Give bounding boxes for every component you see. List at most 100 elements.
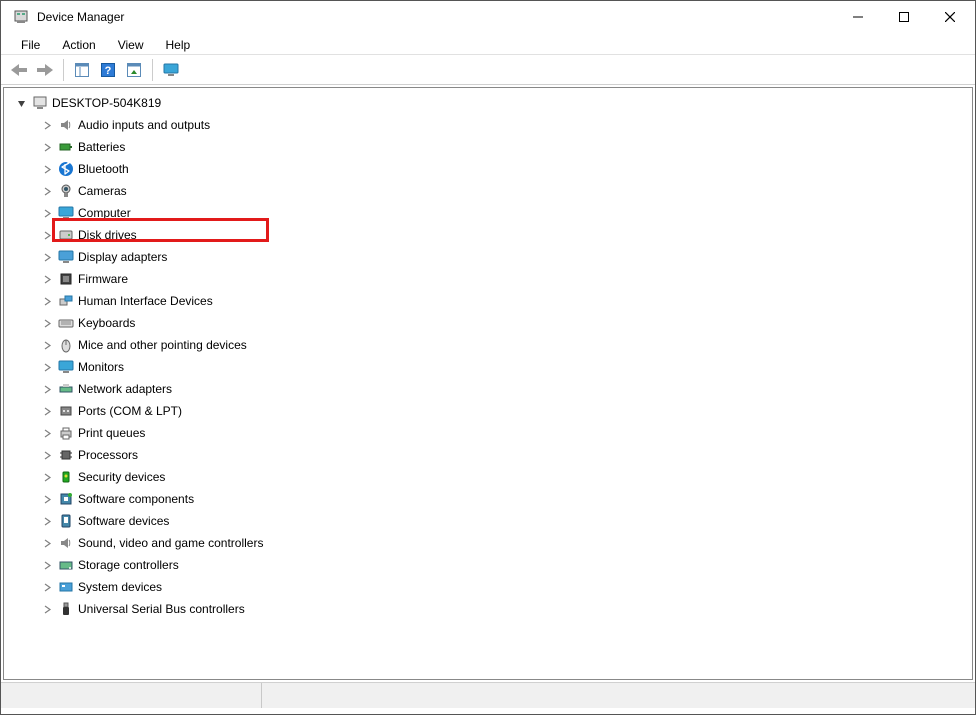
menubar: File Action View Help (1, 33, 975, 55)
security-icon (58, 469, 74, 485)
tree-item[interactable]: Human Interface Devices (14, 290, 972, 312)
chevron-right-icon[interactable] (40, 162, 54, 176)
chevron-right-icon[interactable] (40, 228, 54, 242)
tree-item-label: Human Interface Devices (78, 294, 213, 308)
back-button[interactable] (7, 58, 31, 82)
computer-icon (58, 205, 74, 221)
chevron-right-icon[interactable] (40, 602, 54, 616)
chevron-right-icon[interactable] (40, 536, 54, 550)
tree-item[interactable]: Processors (14, 444, 972, 466)
chevron-right-icon[interactable] (40, 580, 54, 594)
tree-item-label: Software components (78, 492, 194, 506)
tree-item[interactable]: Display adapters (14, 246, 972, 268)
tree-item[interactable]: Security devices (14, 466, 972, 488)
maximize-button[interactable] (881, 2, 927, 32)
usb-icon (58, 601, 74, 617)
tree-item-label: Audio inputs and outputs (78, 118, 210, 132)
tree-item[interactable]: Storage controllers (14, 554, 972, 576)
hid-icon (58, 293, 74, 309)
chevron-right-icon[interactable] (40, 448, 54, 462)
printer-icon (58, 425, 74, 441)
forward-button[interactable] (33, 58, 57, 82)
swdev-icon (58, 513, 74, 529)
tree-item-label: Mice and other pointing devices (78, 338, 247, 352)
tree-view[interactable]: DESKTOP-504K819 Audio inputs and outputs… (3, 87, 973, 680)
tree-item[interactable]: Software devices (14, 510, 972, 532)
tree-item-label: Display adapters (78, 250, 167, 264)
tree-item[interactable]: Sound, video and game controllers (14, 532, 972, 554)
tree-item[interactable]: Cameras (14, 180, 972, 202)
chevron-right-icon[interactable] (40, 514, 54, 528)
tree-item[interactable]: Disk drives (14, 224, 972, 246)
chevron-right-icon[interactable] (40, 118, 54, 132)
tree-item-label: Cameras (78, 184, 127, 198)
close-button[interactable] (927, 2, 973, 32)
tree-item-label: Computer (78, 206, 131, 220)
chevron-right-icon[interactable] (40, 250, 54, 264)
chevron-right-icon[interactable] (40, 316, 54, 330)
menu-view[interactable]: View (108, 36, 154, 54)
keyboard-icon (58, 315, 74, 331)
tree-item[interactable]: Firmware (14, 268, 972, 290)
tree-root[interactable]: DESKTOP-504K819 (14, 92, 972, 114)
bluetooth-icon (58, 161, 74, 177)
chevron-down-icon[interactable] (14, 96, 28, 110)
show-hide-tree-button[interactable] (70, 58, 94, 82)
tree-root-label: DESKTOP-504K819 (52, 96, 161, 110)
monitor-button[interactable] (159, 58, 183, 82)
chevron-right-icon[interactable] (40, 426, 54, 440)
tree-item[interactable]: Network adapters (14, 378, 972, 400)
chevron-right-icon[interactable] (40, 184, 54, 198)
tree-item[interactable]: Computer (14, 202, 972, 224)
chevron-right-icon[interactable] (40, 558, 54, 572)
battery-icon (58, 139, 74, 155)
chevron-right-icon[interactable] (40, 140, 54, 154)
tree-item[interactable]: Print queues (14, 422, 972, 444)
disk-icon (58, 227, 74, 243)
tree-item[interactable]: Keyboards (14, 312, 972, 334)
chevron-right-icon[interactable] (40, 338, 54, 352)
chevron-right-icon[interactable] (40, 404, 54, 418)
window-title: Device Manager (37, 10, 124, 24)
tree-item-label: Network adapters (78, 382, 172, 396)
tree-item-label: System devices (78, 580, 162, 594)
menu-file[interactable]: File (11, 36, 50, 54)
tree-item[interactable]: Monitors (14, 356, 972, 378)
tree-item[interactable]: Universal Serial Bus controllers (14, 598, 972, 620)
tree-item-label: Batteries (78, 140, 125, 154)
minimize-button[interactable] (835, 2, 881, 32)
tree-item[interactable]: Bluetooth (14, 158, 972, 180)
chevron-right-icon[interactable] (40, 382, 54, 396)
chevron-right-icon[interactable] (40, 206, 54, 220)
system-icon (58, 579, 74, 595)
menu-help[interactable]: Help (156, 36, 201, 54)
tree-item[interactable]: Software components (14, 488, 972, 510)
scan-hardware-button[interactable] (122, 58, 146, 82)
tree-item-label: Keyboards (78, 316, 135, 330)
cpu-icon (58, 447, 74, 463)
port-icon (58, 403, 74, 419)
tree-item-label: Universal Serial Bus controllers (78, 602, 245, 616)
chevron-right-icon[interactable] (40, 294, 54, 308)
firmware-icon (58, 271, 74, 287)
tree-item[interactable]: Audio inputs and outputs (14, 114, 972, 136)
tree-item-label: Monitors (78, 360, 124, 374)
chevron-right-icon[interactable] (40, 360, 54, 374)
network-icon (58, 381, 74, 397)
tree-item-label: Security devices (78, 470, 165, 484)
toolbar-separator (152, 59, 153, 81)
tree-item[interactable]: Batteries (14, 136, 972, 158)
chevron-right-icon[interactable] (40, 470, 54, 484)
speaker-icon (58, 117, 74, 133)
chevron-right-icon[interactable] (40, 492, 54, 506)
svg-text:?: ? (105, 65, 112, 77)
chevron-right-icon[interactable] (40, 272, 54, 286)
tree-item[interactable]: Mice and other pointing devices (14, 334, 972, 356)
tree-item-label: Software devices (78, 514, 169, 528)
tree-item[interactable]: Ports (COM & LPT) (14, 400, 972, 422)
help-button[interactable]: ? (96, 58, 120, 82)
app-icon (13, 9, 29, 25)
tree-item[interactable]: System devices (14, 576, 972, 598)
mouse-icon (58, 337, 74, 353)
menu-action[interactable]: Action (52, 36, 105, 54)
